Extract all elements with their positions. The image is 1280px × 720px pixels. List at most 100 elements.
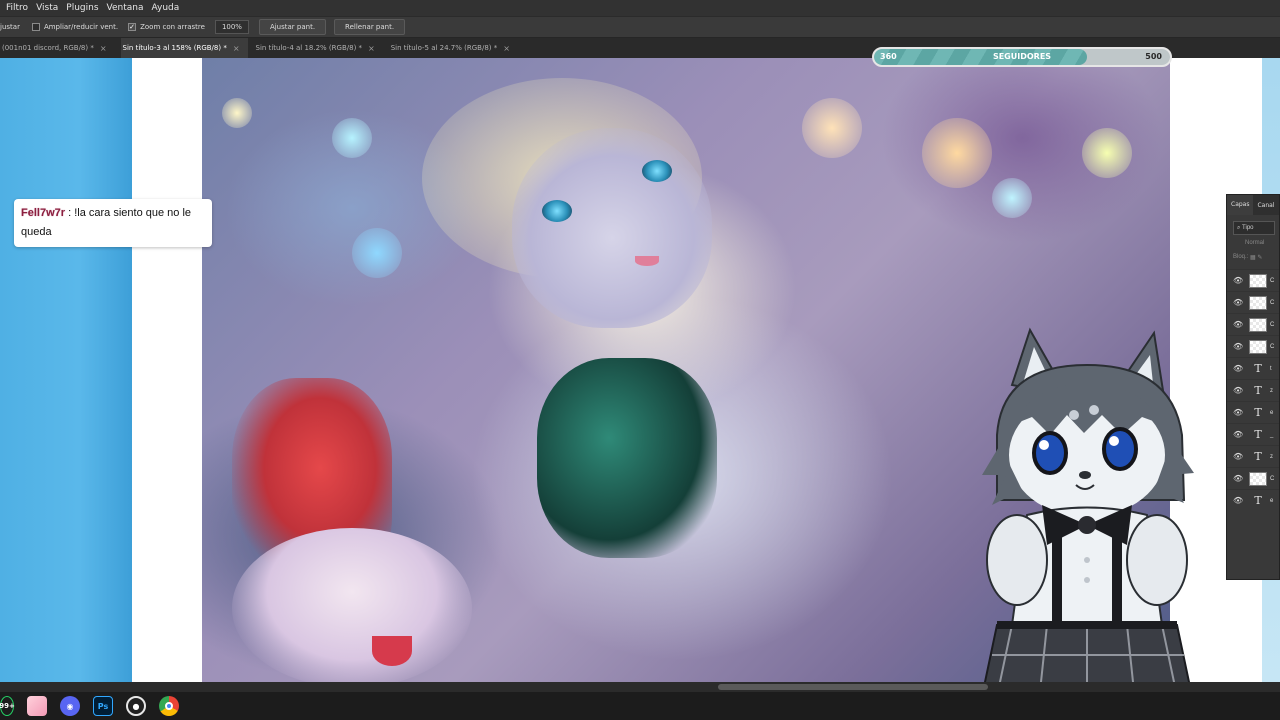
text-layer-icon: T: [1254, 384, 1262, 397]
layer-name: C: [1270, 343, 1275, 350]
resize-window-checkbox[interactable]: Ampliar/reducir vent.: [31, 23, 119, 31]
layer-row[interactable]: 👁 Te: [1227, 489, 1279, 511]
fill-screen-button[interactable]: Rellenar pant.: [334, 19, 406, 35]
whatsapp-icon[interactable]: 99+: [0, 696, 15, 716]
tab-discord[interactable]: (001n01 discord, RGB/8) * ×: [0, 38, 115, 58]
checkbox-checked-icon[interactable]: ✓: [128, 23, 137, 31]
visibility-eye-icon[interactable]: 👁: [1233, 364, 1243, 373]
close-icon[interactable]: ×: [233, 44, 240, 53]
cat-eye-right: [642, 160, 672, 182]
layer-filter-label: Tipo: [1242, 225, 1254, 231]
tab-label: Sin título-3 al 158% (RGB/8) *: [122, 44, 227, 52]
lock-label: Bloq.:: [1233, 254, 1249, 260]
scrubby-zoom-checkbox[interactable]: ✓ Zoom con arrastre: [128, 23, 205, 31]
layer-row[interactable]: 👁 C: [1227, 313, 1279, 335]
layer-row[interactable]: 👁 Tz: [1227, 379, 1279, 401]
cat-mouth: [635, 256, 659, 266]
layer-row[interactable]: 👁 Tt: [1227, 357, 1279, 379]
layer-row[interactable]: 👁 Tz: [1227, 445, 1279, 467]
blend-mode-select[interactable]: Normal: [1233, 237, 1275, 249]
menu-filtro[interactable]: Filtro: [0, 0, 32, 16]
layer-list: 👁 C 👁 C 👁 C 👁 C 👁 Tt 👁 Tz 👁 Te 👁 T _ 👁 Tz 👁 C 👁 Te: [1227, 269, 1279, 511]
chat-username: Fell7w7r: [21, 207, 66, 219]
chat-separator: :: [65, 207, 75, 219]
layer-name: C: [1270, 299, 1275, 306]
discord-icon[interactable]: ◉: [60, 696, 80, 716]
menu-ayuda[interactable]: Ayuda: [147, 0, 183, 16]
visibility-eye-icon[interactable]: 👁: [1233, 298, 1243, 307]
layer-row[interactable]: 👁 C: [1227, 291, 1279, 313]
layer-row[interactable]: 👁 C: [1227, 335, 1279, 357]
resize-window-label: Ampliar/reducir vent.: [43, 23, 119, 31]
scrollbar-thumb[interactable]: [718, 684, 988, 690]
visibility-eye-icon[interactable]: 👁: [1233, 408, 1243, 417]
options-bar: justar Ampliar/reducir vent. ✓ Zoom con …: [0, 16, 1280, 38]
lock-row: Bloq.: ▦ ✎: [1233, 251, 1275, 263]
layer-row[interactable]: 👁 C: [1227, 467, 1279, 489]
visibility-eye-icon[interactable]: 👁: [1233, 386, 1243, 395]
small-cat: [232, 528, 472, 682]
layer-name: z: [1270, 453, 1273, 460]
adjust-label: justar: [0, 23, 20, 31]
layer-row[interactable]: 👁 T _: [1227, 423, 1279, 445]
layer-row[interactable]: 👁 Te: [1227, 401, 1279, 423]
lock-transparency-icon[interactable]: ▦: [1250, 254, 1256, 261]
menu-vista[interactable]: Vista: [32, 0, 62, 16]
close-icon[interactable]: ×: [100, 44, 107, 53]
sparkle: [802, 98, 862, 158]
photoshop-icon[interactable]: Ps: [93, 696, 113, 716]
close-icon[interactable]: ×: [368, 44, 375, 53]
obs-icon[interactable]: ●: [126, 696, 146, 716]
cat-eye-left: [542, 200, 572, 222]
layer-filter-input[interactable]: ⌕ Tipo: [1233, 221, 1275, 235]
menu-ventana[interactable]: Ventana: [103, 0, 148, 16]
menu-plugins[interactable]: Plugins: [62, 0, 102, 16]
notification-badge: 99+: [0, 702, 15, 710]
horizontal-scrollbar[interactable]: [0, 682, 1280, 692]
tab-canales[interactable]: Canal: [1253, 202, 1278, 209]
text-layer-icon: T: [1254, 362, 1262, 375]
layers-panel-tabs: Capas Canal: [1227, 195, 1279, 215]
layer-name: C: [1270, 277, 1275, 284]
visibility-eye-icon[interactable]: 👁: [1233, 342, 1243, 351]
visibility-eye-icon[interactable]: 👁: [1233, 320, 1243, 329]
lock-brush-icon[interactable]: ✎: [1257, 254, 1262, 261]
taskbar: 99+ ◉ Ps ●: [0, 692, 1280, 720]
tab-capas[interactable]: Capas: [1227, 195, 1254, 215]
scrubby-zoom-label: Zoom con arrastre: [140, 23, 205, 31]
tab-label: Sin título-4 al 18.2% (RGB/8) *: [255, 44, 363, 52]
fit-screen-button[interactable]: Ajustar pant.: [258, 19, 327, 35]
chrome-icon[interactable]: [159, 696, 179, 716]
tab-label: Sin título-5 al 24.7% (RGB/8) *: [390, 44, 498, 52]
visibility-eye-icon[interactable]: 👁: [1233, 452, 1243, 461]
layer-name: _: [1270, 431, 1274, 438]
visibility-eye-icon[interactable]: 👁: [1233, 430, 1243, 439]
close-icon[interactable]: ×: [503, 44, 510, 53]
sparkle: [1082, 128, 1132, 178]
menu-bar: Filtro Vista Plugins Ventana Ayuda: [0, 0, 1280, 16]
layer-name: e: [1270, 409, 1274, 416]
layer-name: t: [1270, 365, 1272, 372]
cat-bow: [537, 358, 717, 558]
search-icon: ⌕: [1237, 224, 1241, 231]
visibility-eye-icon[interactable]: 👁: [1233, 496, 1243, 505]
checkbox-box[interactable]: [31, 23, 40, 31]
layer-thumbnail: [1249, 471, 1267, 486]
followers-goal: 500: [1145, 52, 1162, 61]
visibility-eye-icon[interactable]: 👁: [1233, 276, 1243, 285]
sparkle: [222, 98, 252, 128]
small-cat-mouth: [372, 636, 412, 666]
sparkle: [332, 118, 372, 158]
tab-sin-titulo-5[interactable]: Sin título-5 al 24.7% (RGB/8) * ×: [389, 38, 518, 58]
layer-thumbnail: [1249, 317, 1267, 332]
sparkle: [922, 118, 992, 188]
tab-sin-titulo-3[interactable]: Sin título-3 al 158% (RGB/8) * ×: [120, 38, 248, 58]
zoom-value-field[interactable]: 100%: [214, 20, 249, 34]
visibility-eye-icon[interactable]: 👁: [1233, 474, 1243, 483]
layers-panel: Capas Canal ⌕ Tipo Normal Bloq.: ▦ ✎ 👁 C 👁…: [1226, 194, 1280, 580]
layer-name: C: [1270, 475, 1275, 482]
background-image-left: [0, 58, 132, 682]
photos-icon[interactable]: [27, 696, 47, 716]
tab-sin-titulo-4[interactable]: Sin título-4 al 18.2% (RGB/8) * ×: [254, 38, 383, 58]
layer-row[interactable]: 👁 C: [1227, 269, 1279, 291]
